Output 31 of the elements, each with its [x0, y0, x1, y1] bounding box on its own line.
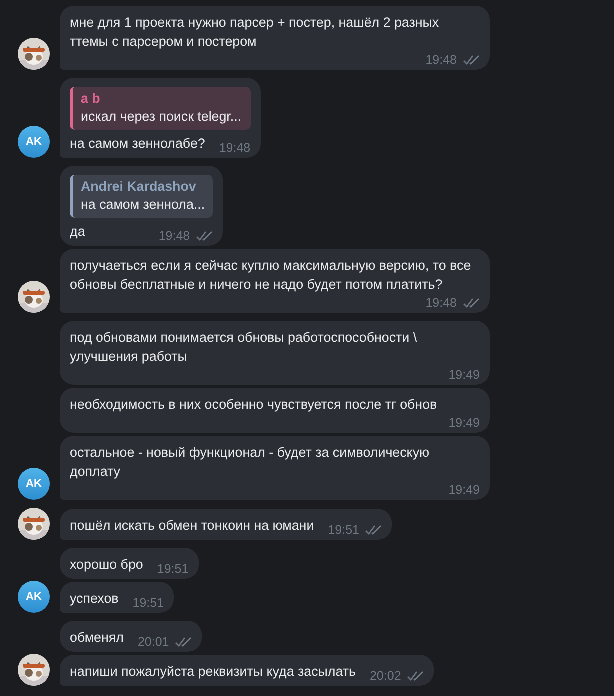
message-time: 19:48: [426, 53, 457, 67]
message-time: 19:51: [157, 562, 189, 576]
message-time: 19:49: [448, 416, 480, 430]
reply-text: на самом зеннола...: [81, 196, 206, 214]
avatar: AK: [18, 126, 50, 158]
message-text: мне для 1 проекта нужно парсер + постер, нашёл 2 разных ттемы с парсером и постером: [70, 14, 440, 51]
avatar: AK: [18, 468, 50, 500]
message-text: на самом зеннолабе?: [70, 135, 206, 153]
message-time: 19:48: [426, 296, 457, 310]
message-time: 19:49: [448, 368, 480, 382]
message-text: получаеться если я сейчас куплю максимальную версию, то все обновы бесплатные и ничего не надо будет потом платить?: [70, 257, 472, 294]
message-time: 20:02: [370, 669, 402, 683]
message-text: необходимость в них особенно чувствуется после тг обнов: [70, 396, 438, 414]
message-time: 19:48: [158, 229, 190, 243]
message-time: 19:49: [448, 483, 480, 497]
avatar: AK: [18, 581, 50, 613]
message-time: 19:51: [132, 596, 164, 610]
reply-text: искал через поиск telegr...: [81, 108, 243, 126]
message-text: остальное - новый функционал - будет за символическую доплату: [70, 444, 431, 481]
message-time: 19:48: [219, 141, 251, 155]
message-text: пошёл искать обмен тонкоин на юмани: [70, 517, 314, 535]
message-text: под обновами понимается обновы работоспособности \ улучшения работы: [70, 329, 418, 366]
message-text: напиши пожалуйста реквизиты куда засылать: [70, 663, 356, 681]
message-text: да: [70, 223, 86, 241]
reply-author: Andrei Kardashov: [81, 178, 198, 196]
message-time: 19:51: [328, 523, 360, 537]
message-text: хорошо бро: [70, 556, 144, 574]
reply-author: a b: [81, 90, 102, 108]
message-text: успехов: [70, 590, 119, 608]
message-text: обменял: [70, 629, 124, 647]
message-time: 20:01: [138, 635, 170, 649]
